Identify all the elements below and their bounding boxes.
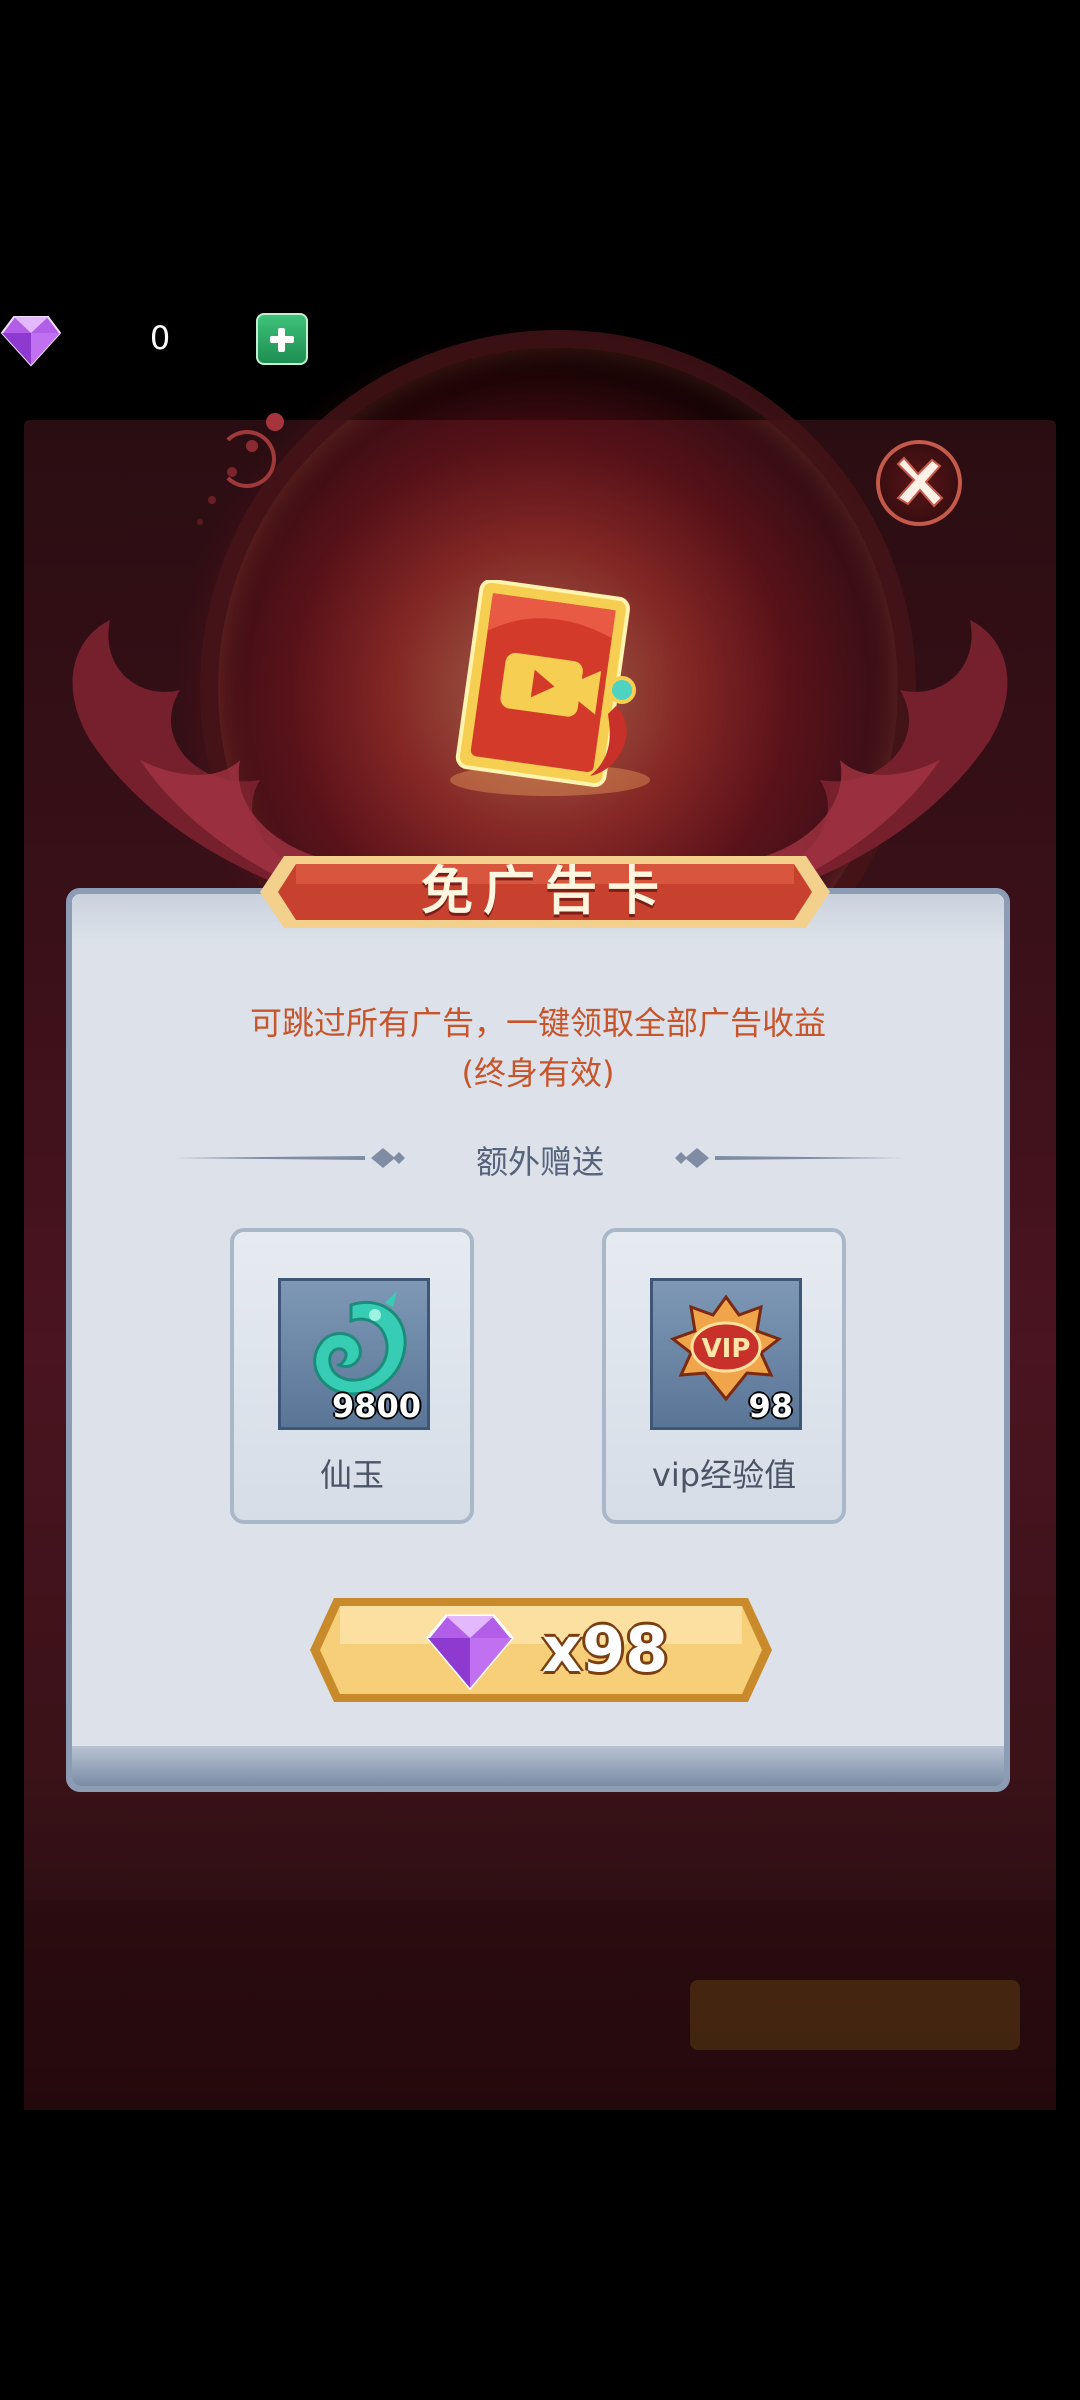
diamond-currency-bar: 0 (0, 305, 310, 371)
add-diamond-button[interactable] (256, 313, 308, 365)
bonus-title: 额外赠送 (475, 1143, 604, 1181)
svg-text:VIP: VIP (702, 1334, 751, 1364)
description-line1: 可跳过所有广告，一键领取全部广告收益 (249, 1004, 826, 1042)
divider-left (175, 1148, 405, 1168)
ad-free-card-icon (450, 580, 650, 796)
purchase-price-label: x98 (542, 1613, 669, 1686)
reward-name: 仙玉 (319, 1456, 384, 1494)
diamond-icon (426, 1614, 514, 1690)
reward-icon-box: 9800 (278, 1278, 430, 1430)
divider-right (675, 1148, 905, 1168)
purchase-button[interactable]: x98 (306, 1594, 776, 1706)
description-line2: (终身有效) (461, 1054, 615, 1092)
reward-name: vip经验值 (651, 1456, 797, 1494)
background-button-dimmed (690, 1980, 1020, 2050)
reward-count: 9800 (331, 1387, 421, 1425)
dot-ornament (197, 413, 284, 525)
diamond-icon (0, 316, 62, 367)
reward-count: 98 (748, 1387, 793, 1425)
dialog-title: 免广告卡 (420, 861, 669, 922)
close-icon (896, 456, 944, 508)
reward-card-vip[interactable]: VIP 98 vip经验值 (602, 1228, 846, 1524)
reward-icon-box: VIP 98 (650, 1278, 802, 1430)
reward-card-jade[interactable]: 9800 仙玉 (230, 1228, 474, 1524)
diamond-amount: 0 (60, 317, 260, 359)
purchase-button-frame (310, 1598, 772, 1702)
close-button[interactable] (876, 440, 962, 526)
panel-bottom-band (72, 1746, 1004, 1786)
